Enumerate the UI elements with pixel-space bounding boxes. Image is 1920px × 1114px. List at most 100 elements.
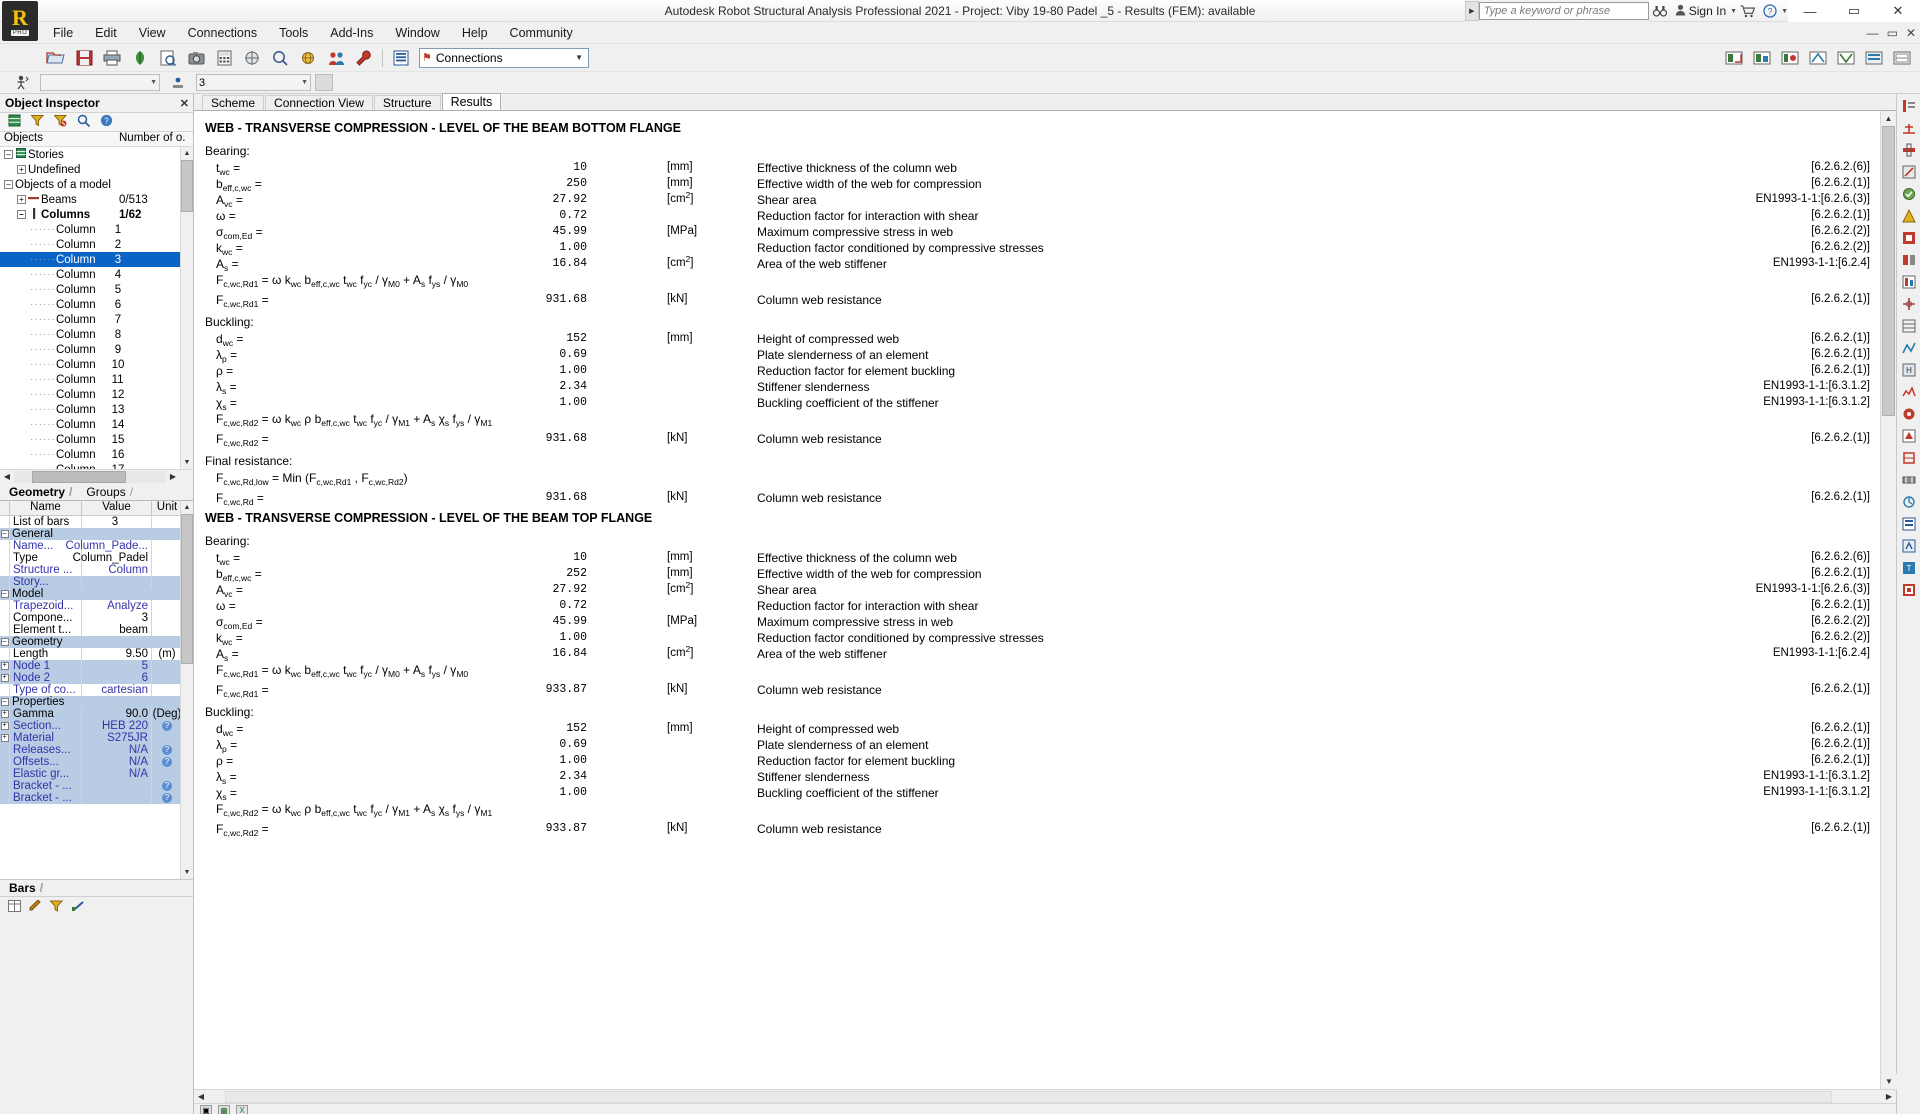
property-value[interactable]: 9.50 — [82, 648, 152, 660]
tree-item[interactable]: ······ Column 15 — [0, 432, 193, 447]
collapse-icon[interactable]: – — [0, 636, 10, 648]
rt-icon-12[interactable] — [1898, 337, 1920, 358]
doc-close-button[interactable]: ✕ — [1906, 26, 1916, 40]
tab-groups[interactable]: Groups / — [80, 484, 141, 500]
property-value[interactable]: Column — [82, 564, 152, 576]
tree-item[interactable]: ······ Column 16 — [0, 447, 193, 462]
stories-icon[interactable] — [8, 114, 21, 130]
tab-geometry[interactable]: Geometry / — [3, 484, 80, 500]
expand-icon[interactable]: + — [17, 165, 26, 174]
rt-icon-16[interactable] — [1898, 425, 1920, 446]
selection-field-1[interactable]: ▼ — [40, 74, 160, 91]
expand-icon[interactable]: + — [0, 720, 10, 732]
property-row[interactable]: – Model — [0, 588, 193, 600]
mesh-icon[interactable] — [239, 46, 265, 70]
rt-icon-9[interactable] — [1898, 271, 1920, 292]
table-icon[interactable]: ▦ — [218, 1104, 230, 1114]
scroll-up-icon[interactable]: ▲ — [181, 147, 193, 160]
filter-icon[interactable] — [30, 114, 45, 130]
search-expand-arrow[interactable]: ▶ — [1464, 1, 1479, 21]
help-search-group[interactable]: ▶ Type a keyword or phrase — [1464, 0, 1649, 22]
collapse-icon[interactable]: – — [17, 210, 26, 219]
scroll-up-icon[interactable]: ▲ — [1881, 111, 1896, 126]
property-value[interactable]: Analyze — [82, 600, 152, 612]
zoom-icon[interactable] — [267, 46, 293, 70]
menu-item-window[interactable]: Window — [384, 24, 450, 42]
help-icon[interactable]: ? — [100, 114, 113, 130]
property-row[interactable]: List of bars 3 — [0, 516, 193, 528]
rt-icon-14[interactable] — [1898, 381, 1920, 402]
property-row[interactable]: Bracket - ...? — [0, 780, 193, 792]
property-value[interactable]: beam — [82, 624, 152, 636]
rt-icon-17[interactable] — [1898, 447, 1920, 468]
menu-item-add-ins[interactable]: Add-Ins — [319, 24, 384, 42]
tree-scroll-thumb[interactable] — [181, 160, 193, 212]
sign-in-button[interactable]: Sign In — [1671, 4, 1730, 19]
rt-icon-21[interactable] — [1898, 535, 1920, 556]
expand-icon[interactable]: + — [0, 732, 10, 744]
properties-vertical-scrollbar[interactable]: ▲ ▼ — [180, 501, 193, 879]
tree-item[interactable]: ······ Column 10 — [0, 357, 193, 372]
property-row[interactable]: Structure ... Column — [0, 564, 193, 576]
property-row[interactable]: Offsets... N/A? — [0, 756, 193, 768]
tree-item[interactable]: – Stories — [0, 147, 193, 162]
tree-item[interactable]: ······Column 17 — [0, 462, 193, 470]
properties-scroll-thumb[interactable] — [181, 514, 193, 664]
tab-structure[interactable]: Structure — [373, 95, 441, 110]
chevron-down-icon[interactable]: ▼ — [575, 53, 586, 62]
menu-item-file[interactable]: File — [42, 24, 84, 42]
help-caret-icon[interactable]: ▼ — [1781, 8, 1788, 15]
property-value[interactable]: Column_Padel — [73, 552, 152, 564]
search-icon[interactable] — [77, 114, 91, 130]
tree-item[interactable]: ······ Column 4 — [0, 267, 193, 282]
collapse-icon[interactable]: – — [0, 696, 10, 708]
property-value[interactable]: 3 — [82, 612, 152, 624]
property-row[interactable]: + Node 26 — [0, 672, 193, 684]
menu-item-edit[interactable]: Edit — [84, 24, 128, 42]
property-row[interactable]: – Geometry — [0, 636, 193, 648]
property-row[interactable]: Type Column_Padel — [0, 552, 193, 564]
menu-item-connections[interactable]: Connections — [177, 24, 269, 42]
layers-icon[interactable] — [388, 46, 414, 70]
rt-icon-5[interactable] — [1898, 183, 1920, 204]
app-logo[interactable]: R PRO — [2, 1, 38, 41]
property-row[interactable]: Compone... 3 — [0, 612, 193, 624]
scroll-right-icon[interactable]: ▶ — [166, 472, 180, 481]
tree-item[interactable]: ······ Column 11 — [0, 372, 193, 387]
doc-restore-button[interactable]: ▭ — [1887, 26, 1898, 40]
properties-grid[interactable]: Name Value Unit List of bars 3– General Nam… — [0, 501, 193, 879]
conn-tool-1-icon[interactable] — [1721, 46, 1747, 70]
tree-horizontal-scrollbar[interactable]: ◀ ▶ — [0, 469, 193, 483]
conn-tool-2-icon[interactable] — [1749, 46, 1775, 70]
expand-icon[interactable]: + — [0, 708, 10, 720]
property-value[interactable]: N/A — [82, 768, 152, 780]
tree-vertical-scrollbar[interactable]: ▲ ▼ — [180, 147, 193, 469]
tree-item[interactable]: ······ Column 14 — [0, 417, 193, 432]
conn-tool-4-icon[interactable] — [1805, 46, 1831, 70]
maximize-button[interactable]: ▭ — [1832, 0, 1876, 22]
rt-icon-19[interactable] — [1898, 491, 1920, 512]
selection-apply-button[interactable] — [315, 74, 333, 91]
help-icon[interactable]: ? — [162, 745, 172, 755]
tree-item[interactable]: ······ Column 3 — [0, 252, 193, 267]
selection-field-2[interactable]: 3 ▼ — [196, 74, 311, 91]
conn-tool-5-icon[interactable] — [1833, 46, 1859, 70]
rt-icon-22[interactable]: T — [1898, 557, 1920, 578]
menu-item-help[interactable]: Help — [451, 24, 499, 42]
rt-icon-4[interactable] — [1898, 161, 1920, 182]
excel-icon[interactable]: X — [236, 1104, 248, 1114]
view-icon[interactable]: ▣ — [200, 1104, 212, 1114]
scroll-down-icon[interactable]: ▼ — [1881, 1074, 1897, 1089]
results-hscroll-thumb[interactable] — [224, 1090, 1832, 1103]
menu-item-community[interactable]: Community — [499, 24, 584, 42]
close-button[interactable]: ✕ — [1876, 0, 1920, 22]
rt-icon-3[interactable] — [1898, 139, 1920, 160]
tree-item[interactable]: – Objects of a model — [0, 177, 193, 192]
tree-item[interactable]: ······ Column 5 — [0, 282, 193, 297]
save-icon[interactable] — [71, 46, 97, 70]
menu-item-view[interactable]: View — [128, 24, 177, 42]
tree-item[interactable]: ······ Column 12 — [0, 387, 193, 402]
results-hscroll-track[interactable] — [208, 1090, 1882, 1103]
expand-icon[interactable]: + — [17, 195, 26, 204]
rt-icon-2[interactable] — [1898, 117, 1920, 138]
